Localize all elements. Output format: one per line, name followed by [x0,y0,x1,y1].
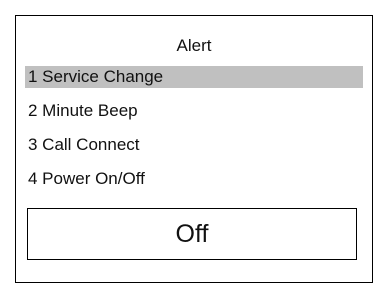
menu-item-call-connect[interactable]: 3 Call Connect [25,134,363,156]
menu-item-minute-beep[interactable]: 2 Minute Beep [25,100,363,122]
menu-item-power-on-off[interactable]: 4 Power On/Off [25,168,363,190]
menu-item-label: 3 Call Connect [28,135,140,154]
setting-value-display[interactable]: Off [27,208,357,260]
menu-item-service-change[interactable]: 1 Service Change [25,66,363,88]
menu-item-label: 2 Minute Beep [28,101,138,120]
screen-title: Alert [176,36,212,55]
alert-settings-screen: Alert 1 Service Change 2 Minute Beep 3 C… [15,15,373,283]
menu-item-label: 4 Power On/Off [28,169,145,188]
menu-item-label: 1 Service Change [28,67,164,86]
alert-menu: 1 Service Change 2 Minute Beep 3 Call Co… [25,66,363,202]
